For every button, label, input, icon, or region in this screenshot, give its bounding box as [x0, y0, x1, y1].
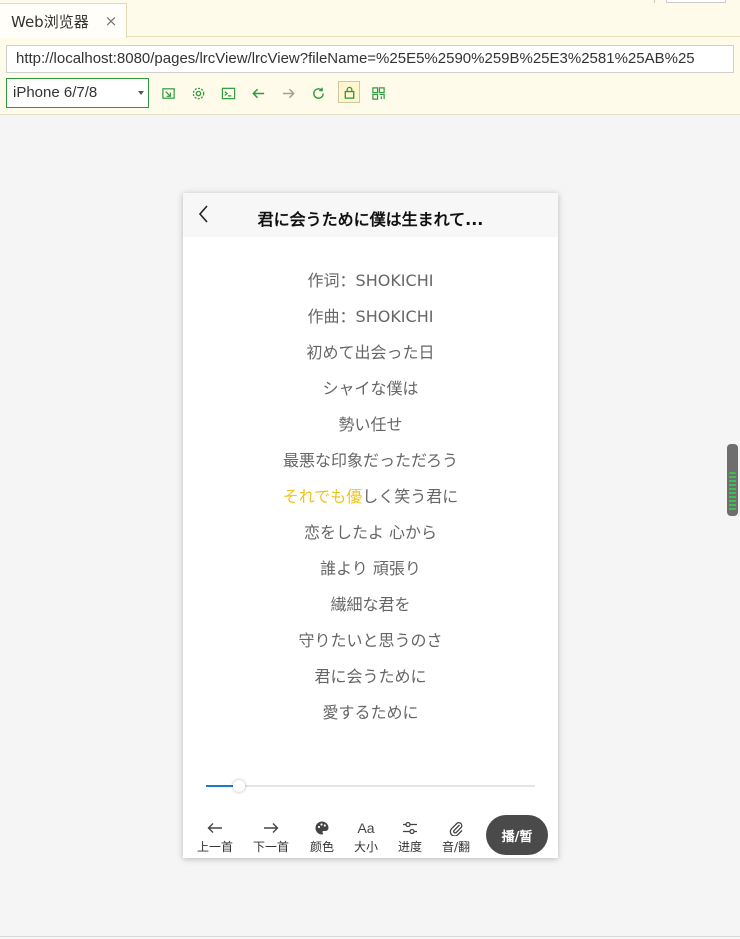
arrow-right-icon [261, 819, 281, 837]
browser-chrome: Web浏览器 × http://localhost:8080/pages/lrc… [0, 0, 740, 115]
lyric-line: 作词：SHOKICHI [307, 271, 434, 290]
scroll-indicator-bars [729, 472, 736, 512]
qrcode-icon[interactable] [369, 84, 387, 102]
navigation-bar: 君に会うために僕は生まれて... [183, 193, 558, 237]
lyric-line: 初めて出会った日 [306, 343, 435, 362]
next-label: 下一首 [253, 840, 290, 854]
audio-button[interactable]: 音/翻 [442, 819, 470, 855]
lyric-line: 愛するために [322, 703, 419, 722]
paperclip-icon [446, 819, 466, 837]
minimize-icon[interactable] [159, 84, 177, 102]
window-control[interactable] [654, 0, 658, 3]
size-button[interactable]: Aa 大小 [354, 819, 378, 855]
bottom-divider [0, 936, 740, 937]
progress-label: 进度 [398, 840, 423, 854]
lyric-line: シャイな僕は [322, 379, 419, 398]
color-button[interactable]: 颜色 [310, 819, 334, 855]
arrow-left-icon[interactable] [249, 84, 267, 102]
lyric-line: 繊細な君を [330, 595, 411, 614]
close-icon[interactable]: × [105, 12, 118, 30]
size-label: 大小 [354, 840, 379, 854]
lyric-rest: しく笑う君に [362, 487, 459, 506]
lyric-line: 守りたいと思うのさ [298, 631, 443, 650]
text-size-icon: Aa [357, 820, 375, 836]
play-pause-button[interactable]: 播/暂 [486, 815, 548, 855]
tab-bar: Web浏览器 × [0, 0, 740, 38]
lyric-line: 君に会うために [314, 667, 427, 686]
lock-icon[interactable] [338, 81, 360, 103]
chevron-down-icon [138, 91, 144, 95]
phone-viewport: 君に会うために僕は生まれて... 作词：SHOKICHI 作曲：SHOKICHI 初… [183, 193, 558, 858]
lyric-highlight: それでも優 [282, 487, 363, 506]
window-control[interactable] [666, 0, 726, 3]
lyric-line: 誰より 頑張り [320, 559, 421, 578]
gear-icon[interactable] [189, 84, 207, 102]
progress-button[interactable]: 进度 [398, 819, 422, 855]
lyric-line: 恋をしたよ 心から [303, 523, 438, 542]
page-title: 君に会うために僕は生まれて... [257, 210, 484, 229]
lyric-line: 最悪な印象だっただろう [282, 451, 459, 470]
next-button[interactable]: 下一首 [253, 819, 289, 855]
lyric-line: 作曲：SHOKICHI [307, 307, 434, 326]
device-select[interactable]: iPhone 6/7/8 [6, 78, 149, 108]
device-select-value: iPhone 6/7/8 [13, 84, 98, 101]
lyric-line: 勢い任せ [338, 415, 403, 434]
audio-label: 音/翻 [442, 840, 471, 854]
slider-thumb[interactable] [232, 780, 245, 792]
lyric-line-current: それでも優しく笑う君に [183, 479, 558, 515]
lyrics-list: 作词：SHOKICHI 作曲：SHOKICHI 初めて出会った日 シャイな僕は 勢い任せ… [183, 263, 558, 731]
terminal-icon[interactable] [219, 84, 237, 102]
progress-slider[interactable] [206, 780, 535, 792]
url-input[interactable]: http://localhost:8080/pages/lrcView/lrcV… [6, 45, 734, 73]
palette-icon [312, 819, 332, 837]
scroll-indicator[interactable] [727, 444, 738, 516]
prev-button[interactable]: 上一首 [197, 819, 233, 855]
reload-icon[interactable] [309, 84, 327, 102]
arrow-left-icon [205, 819, 225, 837]
sliders-icon [400, 819, 420, 837]
color-label: 颜色 [310, 840, 335, 854]
browser-tab[interactable]: Web浏览器 × [0, 3, 127, 38]
prev-label: 上一首 [197, 840, 234, 854]
tab-title: Web浏览器 [11, 12, 89, 31]
arrow-right-icon[interactable] [279, 84, 297, 102]
